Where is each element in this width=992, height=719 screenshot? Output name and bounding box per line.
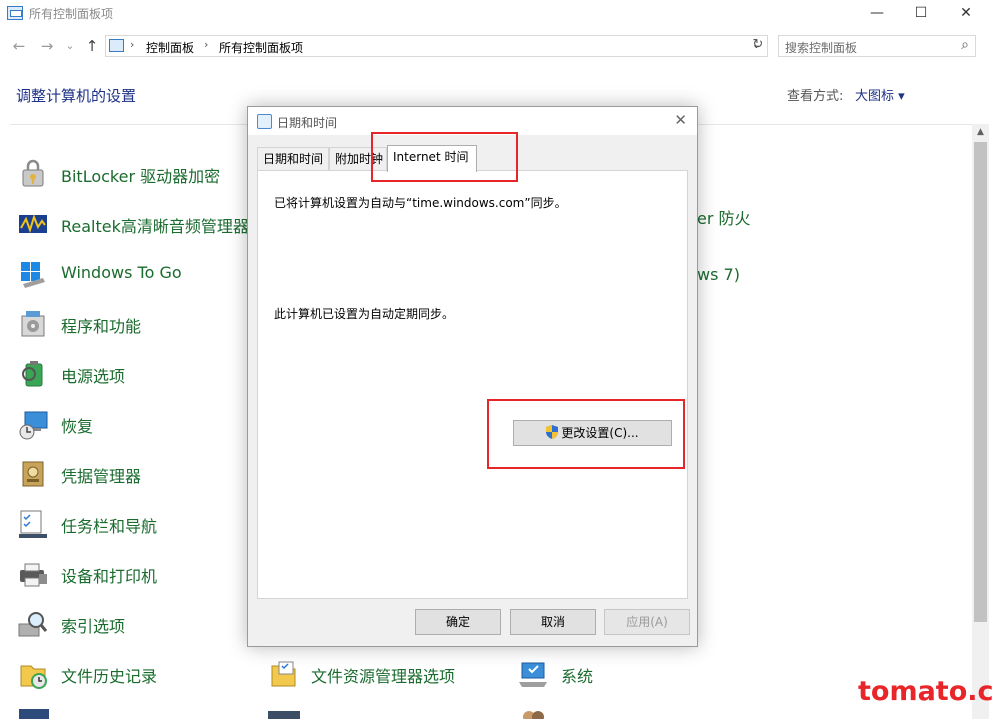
- item-label: 索引选项: [61, 617, 126, 636]
- device-manager-icon: [19, 709, 49, 719]
- item-label: 系统: [561, 667, 594, 686]
- search-placeholder: 搜索控制面板: [785, 41, 858, 55]
- title-bar: 所有控制面板项 — ☐ ✕: [0, 0, 992, 28]
- breadcrumb-separator: ›: [204, 38, 209, 51]
- tab-additional-clocks[interactable]: 附加时钟: [329, 147, 387, 171]
- breadcrumb-control-panel[interactable]: 控制面板: [146, 39, 194, 56]
- page-title: 调整计算机的设置: [16, 87, 137, 105]
- taskbar-icon: [19, 510, 47, 538]
- item-label: 任务栏和导航: [61, 517, 158, 536]
- dialog-close-button[interactable]: ✕: [674, 111, 687, 129]
- clock-icon: [257, 114, 272, 129]
- item-label-partial[interactable]: ws 7): [697, 265, 740, 284]
- item-label: 恢复: [61, 417, 94, 436]
- file-explorer-options-icon: [271, 661, 296, 687]
- control-panel-window: 所有控制面板项 — ☐ ✕ ← → ⌄ ↑ › 控制面板 › 所有控制面板项 ⌄…: [0, 0, 992, 719]
- item-label: 电源选项: [61, 367, 126, 386]
- vertical-scrollbar[interactable]: ▲: [972, 124, 989, 719]
- item-label: Realtek高清晰音频管理器: [61, 217, 249, 236]
- index-icon: [18, 612, 48, 637]
- window-title: 所有控制面板项: [29, 7, 114, 21]
- bitlocker-icon: [22, 159, 44, 187]
- view-by-dropdown[interactable]: 大图标 ▾: [855, 85, 905, 104]
- file-history-icon: [20, 665, 47, 689]
- windows-to-go-icon: [21, 262, 45, 288]
- auto-sync-text: 此计算机已设置为自动定期同步。: [274, 307, 455, 321]
- close-button[interactable]: ✕: [943, 0, 989, 28]
- maximize-button[interactable]: ☐: [898, 0, 944, 28]
- minimize-button[interactable]: —: [854, 0, 900, 28]
- credential-icon: [22, 461, 44, 487]
- change-settings-button[interactable]: 更改设置(C)...: [513, 420, 672, 446]
- control-panel-icon: [109, 39, 124, 52]
- recovery-icon: [19, 411, 48, 440]
- breadcrumb-all-items[interactable]: 所有控制面板项: [219, 39, 303, 56]
- sync-status-text: 已将计算机设置为自动与“time.windows.com”同步。: [274, 196, 567, 210]
- dialog-title: 日期和时间: [277, 116, 338, 130]
- item-label: Windows To Go: [61, 263, 182, 282]
- item-label: BitLocker 驱动器加密: [61, 167, 221, 186]
- tab-date-time[interactable]: 日期和时间: [257, 147, 329, 171]
- date-time-dialog: 日期和时间 ✕ 日期和时间 附加时钟 Internet 时间 已将计算机设置为自…: [247, 106, 698, 647]
- view-by-label: 查看方式:: [787, 89, 844, 104]
- item-label: 程序和功能: [61, 317, 142, 336]
- control-panel-icon: [7, 6, 23, 20]
- dialog-title-bar: 日期和时间 ✕: [248, 107, 697, 135]
- up-button[interactable]: ↑: [82, 36, 102, 56]
- item-label: 文件资源管理器选项: [311, 667, 456, 686]
- realtek-audio-icon: [19, 213, 47, 234]
- tab-internet-time[interactable]: Internet 时间: [387, 145, 477, 172]
- programs-icon: [21, 311, 45, 337]
- item-label-partial[interactable]: er 防火: [697, 205, 751, 229]
- system-icon: [519, 662, 547, 687]
- uac-shield-icon: [546, 425, 559, 439]
- change-settings-label: 更改设置(C)...: [561, 426, 639, 440]
- display-icon: [268, 711, 300, 719]
- recent-locations-button[interactable]: ⌄: [60, 36, 80, 56]
- power-icon: [22, 361, 43, 387]
- search-icon: ⌕: [961, 37, 969, 53]
- internet-time-panel: 已将计算机设置为自动与“time.windows.com”同步。 此计算机已设置…: [257, 170, 688, 599]
- ok-button[interactable]: 确定: [415, 609, 501, 635]
- watermark-text: tomato.cm: [858, 676, 992, 707]
- refresh-button[interactable]: ↻: [748, 35, 768, 57]
- breadcrumb-separator: ›: [130, 38, 135, 51]
- cancel-button[interactable]: 取消: [510, 609, 596, 635]
- scroll-thumb[interactable]: [974, 142, 987, 622]
- forward-button[interactable]: →: [37, 36, 57, 56]
- scroll-up-icon[interactable]: ▲: [972, 124, 989, 141]
- item-label: 凭据管理器: [61, 467, 142, 486]
- search-input[interactable]: 搜索控制面板 ⌕: [778, 35, 976, 57]
- item-label: 设备和打印机: [61, 567, 158, 586]
- user-accounts-icon: [523, 711, 544, 719]
- item-label: 文件历史记录: [61, 667, 158, 686]
- apply-button[interactable]: 应用(A): [604, 609, 690, 635]
- back-button[interactable]: ←: [9, 36, 29, 56]
- printer-icon: [20, 563, 47, 587]
- address-bar[interactable]: › 控制面板 › 所有控制面板项 ⌄: [105, 35, 768, 57]
